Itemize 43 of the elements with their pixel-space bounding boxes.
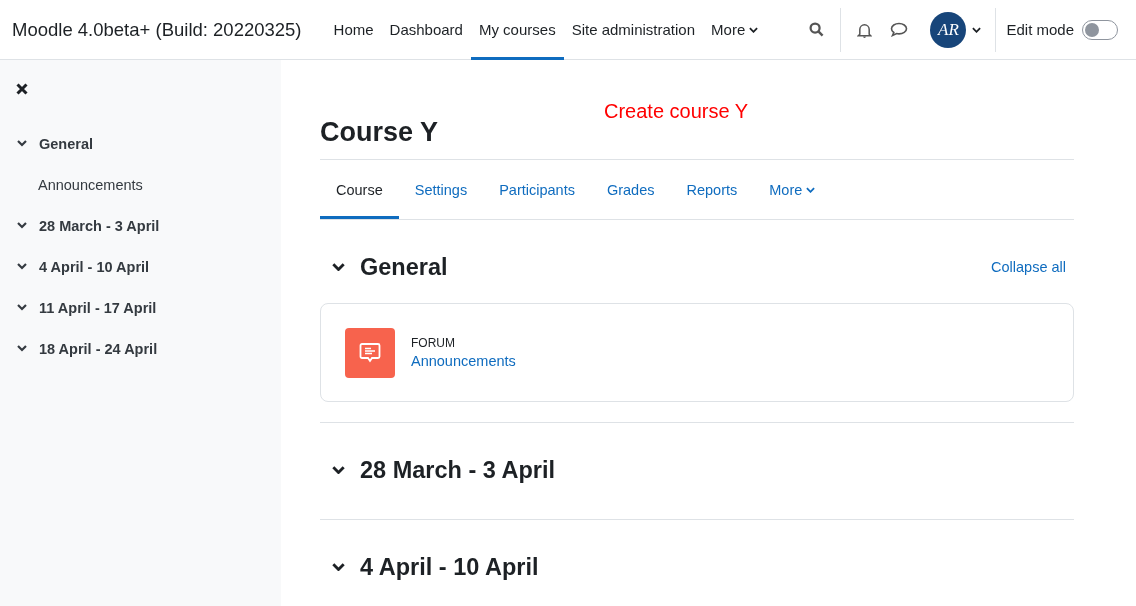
chevron-down-icon[interactable] [17,263,27,270]
chevron-down-icon[interactable] [17,304,27,311]
nav-link[interactable]: Site administration [563,0,704,60]
forum-speech-bubble-icon [358,340,382,365]
index-section-link[interactable]: 4 April - 10 April [39,258,150,275]
course-tab[interactable]: Participants [483,160,591,219]
chevron-down-icon[interactable] [332,562,345,572]
nav-link[interactable]: My courses [470,0,564,60]
section-title: General [360,253,448,281]
nav-link[interactable]: Home [325,0,382,60]
search-icon[interactable] [809,22,825,37]
activity-type-label: FORUM [411,336,456,350]
course-tab[interactable]: Settings [398,160,484,219]
edit-mode-label: Edit mode [1006,21,1074,38]
index-section-link[interactable]: General [39,135,93,152]
course-tab[interactable]: Reports [670,160,754,219]
chevron-down-icon[interactable] [17,345,27,352]
nav-link[interactable]: More [703,0,767,60]
index-activity-link[interactable]: Announcements [16,164,281,205]
collapse-all-link[interactable]: Collapse all [991,259,1066,275]
caret-icon [806,186,816,193]
caret-icon [749,26,759,33]
index-section-link[interactable]: 11 April - 17 April [39,299,157,316]
course-tab[interactable]: Course [320,160,399,219]
section-title: 28 March - 3 April [360,456,556,484]
section-title: 4 April - 10 April [360,553,539,581]
chat-bubble-icon[interactable] [890,22,909,37]
site-title[interactable]: Moodle 4.0beta+ (Build: 20220325) [12,18,302,41]
user-avatar[interactable]: AR [930,11,967,48]
activity-link[interactable]: Announcements [411,353,516,369]
chevron-down-icon[interactable] [17,222,27,229]
annotation-text: Create course Y [604,100,749,123]
course-tab[interactable]: Grades [590,160,671,219]
course-tab[interactable]: More [753,160,832,219]
close-icon[interactable] [16,83,28,95]
nav-link[interactable]: Dashboard [381,0,471,60]
index-section-link[interactable]: 18 April - 24 April [39,340,158,357]
index-section-link[interactable]: 28 March - 3 April [39,217,160,234]
chevron-down-icon[interactable] [332,465,345,475]
chevron-down-icon[interactable] [332,262,345,272]
bell-icon[interactable] [857,21,873,38]
caret-icon [972,26,982,33]
chevron-down-icon[interactable] [17,140,27,147]
